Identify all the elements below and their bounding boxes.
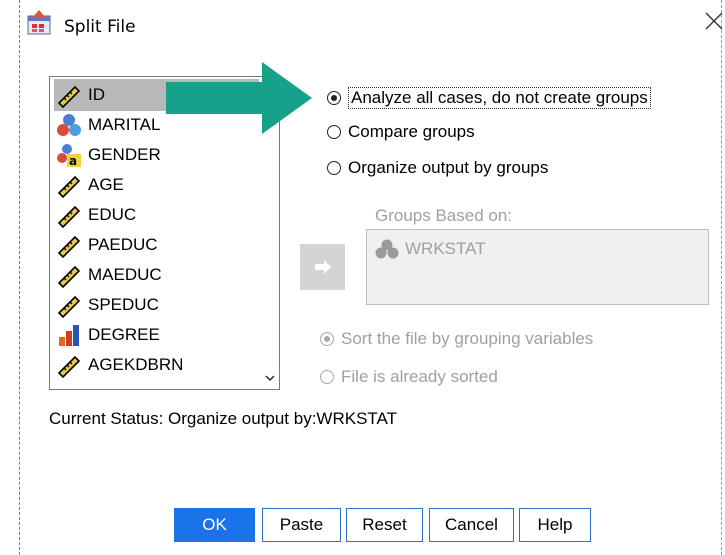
radio-button[interactable] — [327, 125, 341, 139]
cancel-button[interactable]: Cancel — [429, 508, 514, 542]
variable-label: AGEKDBRN — [88, 355, 184, 374]
variable-label: AGE — [88, 175, 124, 194]
close-icon[interactable] — [703, 10, 725, 32]
reset-button[interactable]: Reset — [346, 508, 423, 542]
variable-label: MAEDUC — [88, 265, 162, 284]
radio-compare-groups[interactable]: Compare groups — [327, 122, 475, 142]
variable-label: PAEDUC — [88, 235, 158, 254]
current-status: Current Status: Organize output by:WRKST… — [49, 409, 398, 428]
list-item[interactable]: AGEKDBRN — [56, 350, 256, 380]
nominal-string-icon: a — [57, 144, 81, 168]
window-right-edge — [721, 0, 723, 555]
scale-ruler-icon — [57, 175, 81, 198]
nominal-balls-icon — [57, 114, 81, 136]
radio-button[interactable] — [327, 161, 341, 175]
radio-label: Sort the file by grouping variables — [341, 329, 594, 348]
radio-button[interactable] — [320, 332, 334, 346]
radio-label: Compare groups — [348, 122, 475, 141]
list-item[interactable]: DEGREE — [56, 320, 256, 350]
radio-already-sorted[interactable]: File is already sorted — [320, 367, 498, 387]
list-item[interactable]: SPEDUC — [56, 290, 256, 320]
help-button[interactable]: Help — [519, 508, 591, 542]
ok-button[interactable]: OK — [174, 508, 255, 542]
ordinal-bars-icon — [59, 325, 79, 346]
variable-label: DEGREE — [88, 325, 160, 344]
variable-label: MARITAL — [88, 115, 161, 134]
radio-sort-by-grouping[interactable]: Sort the file by grouping variables — [320, 329, 593, 349]
list-item[interactable]: PAEDUC — [56, 230, 256, 260]
dialog-title: Split File — [64, 17, 136, 37]
list-item[interactable]: AGE — [56, 170, 256, 200]
groups-based-on-label: Groups Based on: — [375, 206, 513, 225]
radio-button[interactable] — [327, 91, 341, 105]
list-item[interactable]: EDUC — [56, 200, 256, 230]
list-item[interactable]: MAEDUC — [56, 260, 256, 290]
scale-ruler-icon — [57, 85, 81, 108]
nominal-balls-icon — [375, 239, 399, 259]
chevron-down-icon[interactable] — [263, 371, 277, 385]
list-item[interactable]: WRKSTAT — [375, 238, 486, 260]
annotation-arrow-icon — [166, 62, 312, 134]
list-item[interactable]: a GENDER — [56, 140, 256, 170]
scale-ruler-icon — [57, 295, 81, 318]
scale-ruler-icon — [57, 235, 81, 258]
variable-label: GENDER — [88, 145, 161, 164]
paste-button[interactable]: Paste — [262, 508, 341, 542]
svg-text:a: a — [69, 154, 77, 168]
variable-label: EDUC — [88, 205, 137, 224]
move-arrow-icon — [315, 260, 331, 274]
variable-label: ID — [88, 85, 105, 104]
radio-analyze-all[interactable]: Analyze all cases, do not create groups — [327, 87, 651, 109]
group-variable-label: WRKSTAT — [405, 239, 486, 258]
radio-label: Analyze all cases, do not create groups — [348, 87, 651, 109]
radio-label: Organize output by groups — [348, 158, 549, 177]
radio-button[interactable] — [320, 370, 334, 384]
move-variable-button[interactable] — [300, 244, 345, 290]
radio-organize-output[interactable]: Organize output by groups — [327, 158, 548, 178]
scale-ruler-icon — [57, 205, 81, 228]
groups-based-on-list[interactable]: WRKSTAT — [366, 229, 709, 305]
scale-ruler-icon — [57, 265, 81, 288]
scale-ruler-icon — [57, 355, 81, 378]
window-left-edge — [19, 0, 21, 555]
spss-app-icon — [27, 10, 51, 35]
variable-label: SPEDUC — [88, 295, 159, 314]
radio-label: File is already sorted — [341, 367, 498, 386]
